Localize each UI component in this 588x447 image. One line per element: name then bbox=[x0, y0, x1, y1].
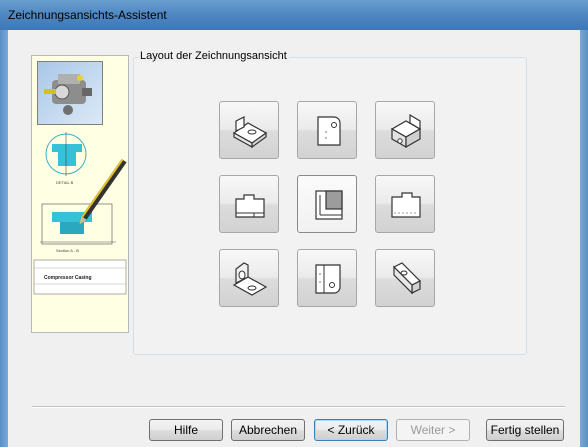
tile-iso-bottom-left[interactable] bbox=[219, 249, 279, 307]
title-bar[interactable]: Zeichnungsansichts-Assistent bbox=[0, 0, 588, 30]
tile-top[interactable] bbox=[297, 101, 357, 159]
tile-iso-bottom-right[interactable] bbox=[375, 249, 435, 307]
dialog-client: DETAIL B Section A - B Compressor Casing… bbox=[8, 30, 580, 447]
button-separator bbox=[32, 406, 565, 408]
iso-part-flat-icon bbox=[232, 116, 268, 149]
window-frame-right bbox=[580, 30, 588, 447]
tile-front[interactable] bbox=[297, 175, 357, 233]
drawing-preview-sidebar: DETAIL B Section A - B Compressor Casing bbox=[31, 55, 129, 333]
detail-label: DETAIL B bbox=[56, 180, 74, 185]
iso-part-corner-icon bbox=[390, 113, 422, 149]
bottom-view-icon bbox=[315, 264, 341, 294]
window-frame-left bbox=[0, 30, 8, 447]
front-view-icon bbox=[315, 190, 343, 220]
drawing-sketch-image: DETAIL B Section A - B Compressor Casing bbox=[33, 132, 127, 295]
window-title: Zeichnungsansichts-Assistent bbox=[8, 8, 167, 22]
left-view-icon bbox=[235, 194, 265, 218]
top-view-icon bbox=[317, 116, 341, 146]
wizard-window: Zeichnungsansichts-Assistent DETAIL B Se… bbox=[0, 0, 588, 447]
tile-iso-top-right[interactable] bbox=[375, 101, 435, 159]
cancel-button[interactable]: Abbrechen bbox=[231, 419, 305, 441]
tile-left[interactable] bbox=[219, 175, 279, 233]
section-label: Section A - B bbox=[56, 248, 79, 253]
iso-part-bracket-icon bbox=[232, 262, 268, 296]
tile-right[interactable] bbox=[375, 175, 435, 233]
next-button[interactable]: Weiter > bbox=[396, 419, 470, 441]
title-block-text: Compressor Casing bbox=[44, 275, 92, 281]
tile-iso-top-left[interactable] bbox=[219, 101, 279, 159]
finish-button[interactable]: Fertig stellen bbox=[486, 419, 564, 441]
layout-group-legend: Layout der Zeichnungsansicht bbox=[138, 50, 289, 62]
back-button[interactable]: < Zurück bbox=[314, 419, 388, 441]
tile-bottom[interactable] bbox=[297, 249, 357, 307]
right-view-icon bbox=[391, 192, 421, 218]
help-button[interactable]: Hilfe bbox=[149, 419, 223, 441]
part-photo-image bbox=[37, 61, 103, 125]
iso-part-bottom-icon bbox=[392, 262, 422, 295]
